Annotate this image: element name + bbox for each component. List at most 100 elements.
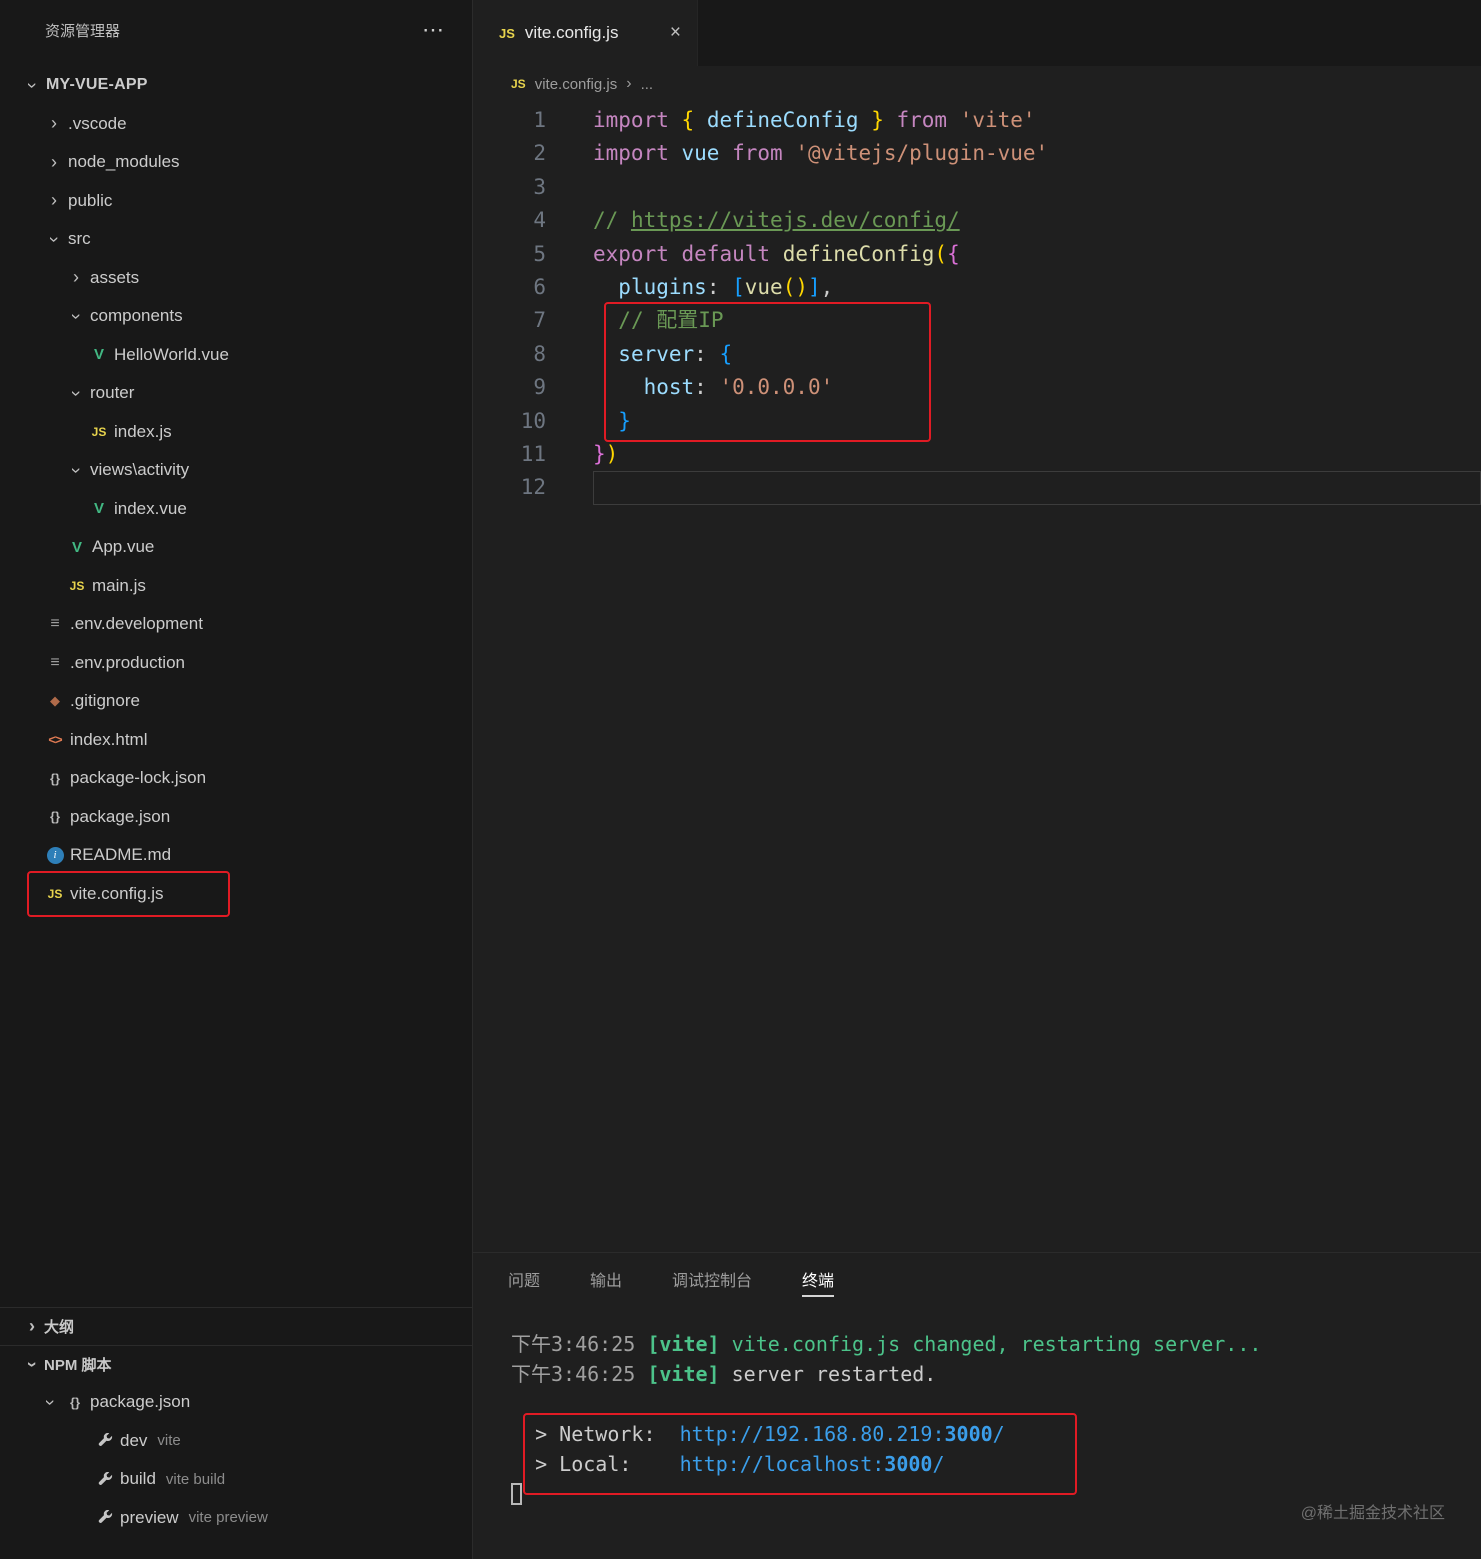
item-label: App.vue: [92, 537, 155, 557]
code-line[interactable]: 5 export default defineConfig({: [473, 238, 1481, 271]
json-icon: {}: [69, 1394, 81, 1410]
tree-item[interactable]: preview vite preview: [0, 1499, 472, 1538]
tree-item[interactable]: JS vite.config.js: [0, 870, 472, 917]
panel-tab-label: 问题: [508, 1273, 541, 1290]
breadcrumb-file[interactable]: vite.config.js: [535, 76, 618, 93]
tree-item[interactable]: dev vite: [0, 1422, 472, 1461]
panel-tab[interactable]: 终端: [802, 1253, 835, 1305]
code-line[interactable]: 1 import { defineConfig } from 'vite': [473, 104, 1481, 137]
code-line[interactable]: 10 }: [473, 405, 1481, 438]
tree-folder[interactable]: › assets: [0, 259, 472, 298]
close-tab-icon[interactable]: ×: [670, 22, 681, 44]
panel-tab[interactable]: 输出: [590, 1253, 622, 1305]
item-label: .env.production: [70, 652, 185, 672]
watermark: @稀土掘金技术社区: [1300, 1505, 1445, 1522]
breadcrumb-more[interactable]: ...: [641, 76, 654, 93]
line-number: 1: [533, 108, 546, 132]
item-description: vite preview: [188, 1509, 268, 1527]
npm-tree[interactable]: › {} package.json dev vite build vite build pre…: [0, 1383, 472, 1537]
line-number: 8: [533, 341, 546, 366]
code-line[interactable]: 12: [473, 471, 1481, 505]
terminal-line: 下午3:46:25 [vite] vite.config.js changed,…: [511, 1332, 1262, 1356]
code-line-text: import { defineConfig } from 'vite': [593, 108, 1036, 132]
tree-item[interactable]: V HelloWorld.vue: [0, 336, 472, 375]
editor-tabbar: JS vite.config.js ×: [473, 0, 1481, 66]
chevron-down-icon[interactable]: ›: [22, 73, 43, 97]
outline-section-header[interactable]: › 大纲: [0, 1307, 472, 1345]
chevron-down-icon[interactable]: ›: [44, 227, 65, 251]
line-number: 4: [533, 208, 546, 233]
tree-item[interactable]: ≡ .env.production: [0, 644, 472, 683]
line-number: 6: [533, 274, 546, 299]
item-label: index.js: [114, 421, 172, 441]
tree-folder[interactable]: › node_modules: [0, 143, 472, 182]
chevron-right-icon[interactable]: ›: [64, 267, 88, 288]
item-label: preview: [120, 1507, 179, 1527]
tree-item[interactable]: JS index.js: [0, 413, 472, 452]
panel-tab[interactable]: 问题: [508, 1253, 540, 1305]
chevron-right-icon[interactable]: ›: [42, 152, 66, 173]
wrench-icon: [92, 1433, 118, 1448]
tree-item[interactable]: ◆ .gitignore: [0, 682, 472, 721]
item-description: vite: [157, 1432, 181, 1450]
tree-item[interactable]: Vindex.vue: [0, 490, 472, 529]
code-line[interactable]: 7 // 配置IP: [473, 304, 1481, 337]
tree-folder[interactable]: › components: [0, 297, 472, 336]
item-description: vite build: [165, 1470, 226, 1488]
line-number: 10: [520, 408, 546, 433]
env-icon: ≡: [50, 653, 60, 671]
tree-item[interactable]: <> index.html: [0, 721, 472, 760]
code-line-text: export default defineConfig({: [593, 241, 960, 266]
panel-tab[interactable]: 调试控制台: [672, 1253, 752, 1305]
tree-item[interactable]: V App.vue: [0, 528, 472, 567]
chevron-right-icon[interactable]: ›: [42, 190, 66, 211]
code-line[interactable]: 9 host: '0.0.0.0': [473, 371, 1481, 404]
item-label: package.json: [90, 1392, 191, 1412]
vscode-window: 资源管理器 ⋯ › MY-VUE-APP › .vscode › node_modules…: [0, 0, 1481, 1559]
tree-folder[interactable]: › MY-VUE-APP: [0, 66, 472, 105]
tree-item[interactable]: JS main.js: [0, 567, 472, 606]
tree-item[interactable]: {} package-lock.json: [0, 759, 472, 798]
chevron-down-icon[interactable]: ›: [40, 1390, 61, 1414]
code-line[interactable]: 3: [473, 171, 1481, 204]
panel-tab-label: 输出: [590, 1273, 623, 1290]
tree-item[interactable]: build vite build: [0, 1460, 472, 1499]
chevron-down-icon[interactable]: ›: [66, 458, 87, 482]
code-line[interactable]: 11}): [473, 438, 1481, 471]
item-label: public: [68, 190, 113, 210]
tree-folder[interactable]: › views\activity: [0, 451, 472, 490]
item-label: build: [120, 1469, 156, 1489]
code-line[interactable]: 2 import vue from '@vitejs/plugin-vue': [473, 137, 1481, 170]
tree-item[interactable]: {} package.json: [0, 798, 472, 837]
js-icon: JS: [47, 886, 63, 901]
tree-folder[interactable]: › src: [0, 220, 472, 259]
tree-item[interactable]: i README.md: [0, 836, 472, 875]
chevron-right-icon[interactable]: ›: [42, 113, 66, 134]
more-actions-icon[interactable]: ⋯: [422, 17, 444, 43]
npm-scripts-section-header[interactable]: › NPM 脚本: [0, 1345, 472, 1383]
panel-tab-label: 终端: [802, 1273, 835, 1290]
code-line-text: host: '0.0.0.0': [643, 375, 834, 400]
json-icon: {}: [49, 770, 61, 786]
tree-folder[interactable]: › public: [0, 182, 472, 221]
file-tree[interactable]: › MY-VUE-APP › .vscode › node_modules › public ›…: [0, 60, 472, 1307]
env-icon: ≡: [50, 615, 60, 633]
tree-folder[interactable]: › .vscode: [0, 105, 472, 144]
chevron-down-icon[interactable]: ›: [66, 304, 87, 328]
code-editor[interactable]: 1 import { defineConfig } from 'vite' 2 imp…: [473, 102, 1481, 1252]
chevron-down-icon[interactable]: ›: [66, 381, 87, 405]
outline-title: 大纲: [44, 1319, 75, 1336]
code-line[interactable]: 6 plugins: [vue()],: [473, 271, 1481, 304]
item-label: .env.development: [70, 614, 203, 634]
code-line-text: }: [618, 408, 631, 433]
breadcrumb[interactable]: JS vite.config.js › ...: [473, 66, 1481, 102]
tab-vite-config-js[interactable]: JS vite.config.js ×: [473, 0, 698, 66]
code-line[interactable]: 4 // https://vitejs.dev/config/: [473, 204, 1481, 237]
tree-folder[interactable]: › router: [0, 374, 472, 413]
tree-item[interactable]: ≡ .env.development: [0, 605, 472, 644]
terminal-line: 下午3:46:25 [vite] server restarted.: [511, 1362, 937, 1386]
item-label: src: [68, 229, 91, 249]
tree-item[interactable]: › {} package.json: [0, 1383, 472, 1422]
code-line[interactable]: 8 server: {: [473, 338, 1481, 371]
